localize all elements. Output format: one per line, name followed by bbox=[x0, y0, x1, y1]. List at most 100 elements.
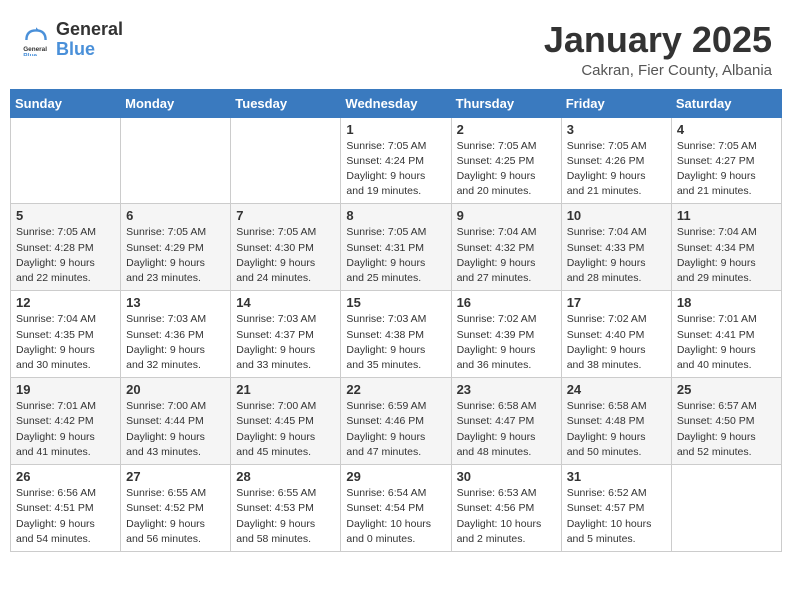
day-info: Sunrise: 7:03 AMSunset: 4:38 PMDaylight:… bbox=[346, 312, 445, 373]
day-info: Sunrise: 7:03 AMSunset: 4:36 PMDaylight:… bbox=[126, 312, 225, 373]
day-number: 2 bbox=[457, 122, 556, 137]
calendar-cell: 21 Sunrise: 7:00 AMSunset: 4:45 PMDayligh… bbox=[231, 378, 341, 465]
logo-blue: Blue bbox=[56, 39, 95, 59]
calendar-cell: 30 Sunrise: 6:53 AMSunset: 4:56 PMDayligh… bbox=[451, 465, 561, 552]
day-number: 21 bbox=[236, 382, 335, 397]
day-info: Sunrise: 6:53 AMSunset: 4:56 PMDaylight:… bbox=[457, 486, 556, 547]
day-info: Sunrise: 6:58 AMSunset: 4:48 PMDaylight:… bbox=[567, 399, 666, 460]
weekday-header: Wednesday bbox=[341, 89, 451, 117]
logo-icon: General Blue bbox=[20, 24, 52, 56]
day-info: Sunrise: 7:04 AMSunset: 4:34 PMDaylight:… bbox=[677, 225, 776, 286]
calendar-cell: 7 Sunrise: 7:05 AMSunset: 4:30 PMDaylight… bbox=[231, 204, 341, 291]
day-info: Sunrise: 7:04 AMSunset: 4:33 PMDaylight:… bbox=[567, 225, 666, 286]
calendar-cell: 31 Sunrise: 6:52 AMSunset: 4:57 PMDayligh… bbox=[561, 465, 671, 552]
day-info: Sunrise: 7:02 AMSunset: 4:39 PMDaylight:… bbox=[457, 312, 556, 373]
day-info: Sunrise: 6:59 AMSunset: 4:46 PMDaylight:… bbox=[346, 399, 445, 460]
day-number: 1 bbox=[346, 122, 445, 137]
day-info: Sunrise: 7:02 AMSunset: 4:40 PMDaylight:… bbox=[567, 312, 666, 373]
calendar-cell: 6 Sunrise: 7:05 AMSunset: 4:29 PMDaylight… bbox=[121, 204, 231, 291]
calendar-cell bbox=[671, 465, 781, 552]
day-info: Sunrise: 7:05 AMSunset: 4:29 PMDaylight:… bbox=[126, 225, 225, 286]
calendar-cell: 4 Sunrise: 7:05 AMSunset: 4:27 PMDaylight… bbox=[671, 117, 781, 204]
weekday-header: Tuesday bbox=[231, 89, 341, 117]
day-number: 18 bbox=[677, 295, 776, 310]
weekday-row: SundayMondayTuesdayWednesdayThursdayFrid… bbox=[11, 89, 782, 117]
calendar-cell: 28Sunrise: 6:55 AMSunset: 4:53 PMDayligh… bbox=[231, 465, 341, 552]
day-info: Sunrise: 6:52 AMSunset: 4:57 PMDaylight:… bbox=[567, 486, 666, 547]
day-info: Sunrise: 6:57 AMSunset: 4:50 PMDaylight:… bbox=[677, 399, 776, 460]
page-header: General Blue General Blue January 2025 C… bbox=[10, 10, 782, 85]
day-number: 9 bbox=[457, 208, 556, 223]
day-number: 14 bbox=[236, 295, 335, 310]
day-number: 13 bbox=[126, 295, 225, 310]
calendar-cell: 16 Sunrise: 7:02 AMSunset: 4:39 PMDayligh… bbox=[451, 291, 561, 378]
weekday-header: Sunday bbox=[11, 89, 121, 117]
weekday-header: Monday bbox=[121, 89, 231, 117]
day-info: Sunrise: 6:55 AMSunset: 4:52 PMDaylight:… bbox=[126, 486, 225, 547]
day-info: Sunrise: 7:04 AMSunset: 4:35 PMDaylight:… bbox=[16, 312, 115, 373]
day-info: Sunrise: 7:05 AMSunset: 4:30 PMDaylight:… bbox=[236, 225, 335, 286]
logo: General Blue General Blue bbox=[20, 20, 123, 60]
day-number: 17 bbox=[567, 295, 666, 310]
day-number: 4 bbox=[677, 122, 776, 137]
calendar-cell: 12Sunrise: 7:04 AMSunset: 4:35 PMDayligh… bbox=[11, 291, 121, 378]
day-info: Sunrise: 6:54 AMSunset: 4:54 PMDaylight:… bbox=[346, 486, 445, 547]
calendar-header: SundayMondayTuesdayWednesdayThursdayFrid… bbox=[11, 89, 782, 117]
calendar-cell: 3 Sunrise: 7:05 AMSunset: 4:26 PMDaylight… bbox=[561, 117, 671, 204]
day-info: Sunrise: 7:05 AMSunset: 4:28 PMDaylight:… bbox=[16, 225, 115, 286]
calendar-cell: 14 Sunrise: 7:03 AMSunset: 4:37 PMDayligh… bbox=[231, 291, 341, 378]
day-number: 11 bbox=[677, 208, 776, 223]
calendar-cell bbox=[121, 117, 231, 204]
calendar-week-row: 12Sunrise: 7:04 AMSunset: 4:35 PMDayligh… bbox=[11, 291, 782, 378]
calendar-cell: 18Sunrise: 7:01 AMSunset: 4:41 PMDayligh… bbox=[671, 291, 781, 378]
day-info: Sunrise: 7:03 AMSunset: 4:37 PMDaylight:… bbox=[236, 312, 335, 373]
calendar-cell: 17 Sunrise: 7:02 AMSunset: 4:40 PMDayligh… bbox=[561, 291, 671, 378]
calendar-cell: 19 Sunrise: 7:01 AMSunset: 4:42 PMDayligh… bbox=[11, 378, 121, 465]
day-number: 30 bbox=[457, 469, 556, 484]
day-info: Sunrise: 7:05 AMSunset: 4:31 PMDaylight:… bbox=[346, 225, 445, 286]
day-number: 19 bbox=[16, 382, 115, 397]
day-number: 10 bbox=[567, 208, 666, 223]
calendar-cell: 24 Sunrise: 6:58 AMSunset: 4:48 PMDayligh… bbox=[561, 378, 671, 465]
day-info: Sunrise: 7:00 AMSunset: 4:44 PMDaylight:… bbox=[126, 399, 225, 460]
calendar-cell bbox=[231, 117, 341, 204]
day-number: 26 bbox=[16, 469, 115, 484]
day-info: Sunrise: 7:05 AMSunset: 4:27 PMDaylight:… bbox=[677, 139, 776, 200]
day-info: Sunrise: 7:05 AMSunset: 4:26 PMDaylight:… bbox=[567, 139, 666, 200]
calendar-cell: 2Sunrise: 7:05 AMSunset: 4:25 PMDaylight… bbox=[451, 117, 561, 204]
calendar-cell: 22Sunrise: 6:59 AMSunset: 4:46 PMDayligh… bbox=[341, 378, 451, 465]
calendar-cell: 26 Sunrise: 6:56 AMSunset: 4:51 PMDayligh… bbox=[11, 465, 121, 552]
logo-general: General bbox=[56, 19, 123, 39]
weekday-header: Saturday bbox=[671, 89, 781, 117]
day-number: 16 bbox=[457, 295, 556, 310]
calendar-cell bbox=[11, 117, 121, 204]
day-number: 6 bbox=[126, 208, 225, 223]
day-info: Sunrise: 7:05 AMSunset: 4:24 PMDaylight:… bbox=[346, 139, 445, 200]
day-number: 29 bbox=[346, 469, 445, 484]
month-title: January 2025 bbox=[544, 20, 772, 60]
day-number: 5 bbox=[16, 208, 115, 223]
calendar-cell: 10 Sunrise: 7:04 AMSunset: 4:33 PMDayligh… bbox=[561, 204, 671, 291]
calendar-week-row: 26 Sunrise: 6:56 AMSunset: 4:51 PMDayligh… bbox=[11, 465, 782, 552]
day-info: Sunrise: 7:00 AMSunset: 4:45 PMDaylight:… bbox=[236, 399, 335, 460]
calendar-cell: 9 Sunrise: 7:04 AMSunset: 4:32 PMDaylight… bbox=[451, 204, 561, 291]
day-info: Sunrise: 7:04 AMSunset: 4:32 PMDaylight:… bbox=[457, 225, 556, 286]
day-number: 7 bbox=[236, 208, 335, 223]
day-number: 25 bbox=[677, 382, 776, 397]
day-number: 3 bbox=[567, 122, 666, 137]
calendar-cell: 29 Sunrise: 6:54 AMSunset: 4:54 PMDayligh… bbox=[341, 465, 451, 552]
calendar-cell: 20 Sunrise: 7:00 AMSunset: 4:44 PMDayligh… bbox=[121, 378, 231, 465]
calendar-cell: 27 Sunrise: 6:55 AMSunset: 4:52 PMDayligh… bbox=[121, 465, 231, 552]
day-info: Sunrise: 6:56 AMSunset: 4:51 PMDaylight:… bbox=[16, 486, 115, 547]
weekday-header: Thursday bbox=[451, 89, 561, 117]
calendar-cell: 5 Sunrise: 7:05 AMSunset: 4:28 PMDaylight… bbox=[11, 204, 121, 291]
calendar-week-row: 19 Sunrise: 7:01 AMSunset: 4:42 PMDayligh… bbox=[11, 378, 782, 465]
calendar-cell: 8Sunrise: 7:05 AMSunset: 4:31 PMDaylight… bbox=[341, 204, 451, 291]
day-number: 20 bbox=[126, 382, 225, 397]
calendar-cell: 25 Sunrise: 6:57 AMSunset: 4:50 PMDayligh… bbox=[671, 378, 781, 465]
day-number: 27 bbox=[126, 469, 225, 484]
day-info: Sunrise: 7:01 AMSunset: 4:42 PMDaylight:… bbox=[16, 399, 115, 460]
title-block: January 2025 Cakran, Fier County, Albani… bbox=[544, 20, 772, 79]
day-number: 24 bbox=[567, 382, 666, 397]
day-number: 31 bbox=[567, 469, 666, 484]
